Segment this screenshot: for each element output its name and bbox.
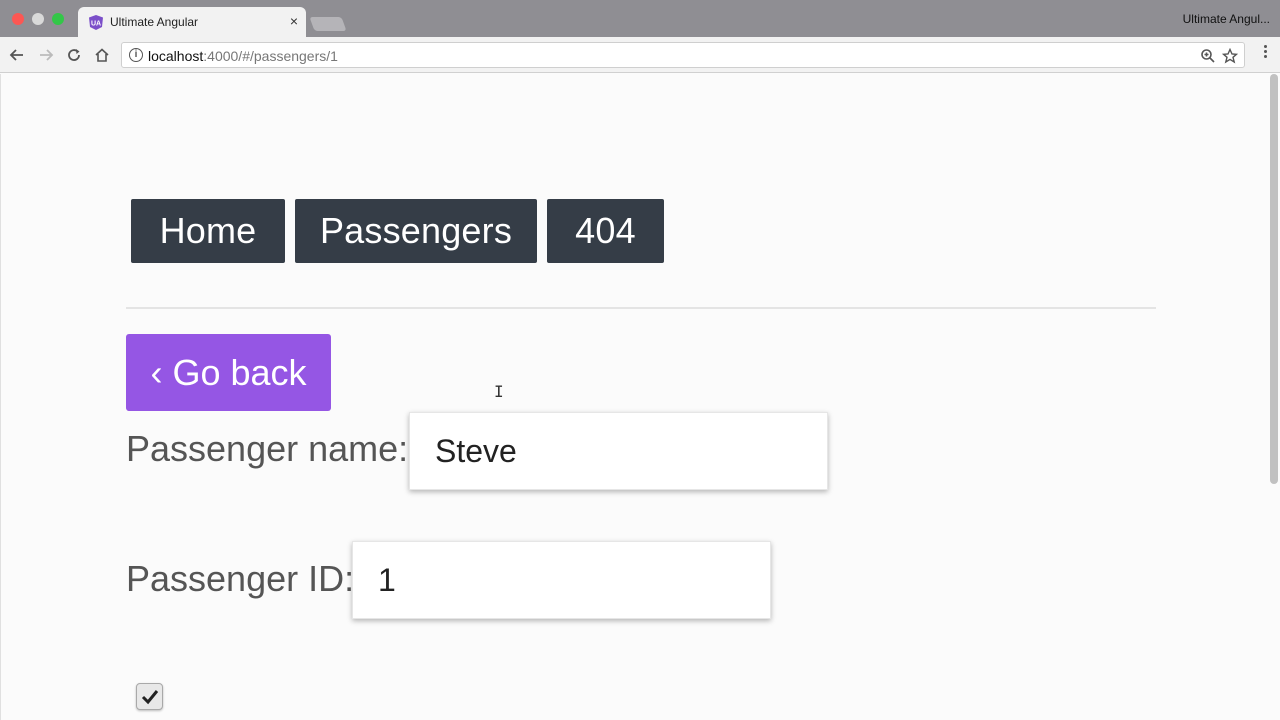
bookmark-star-icon[interactable]: [1222, 48, 1238, 64]
url-text[interactable]: localhost:4000/#/passengers/1: [148, 48, 338, 64]
nav-passengers-link[interactable]: Passengers: [295, 199, 537, 263]
checkmark-icon: [141, 689, 158, 704]
browser-menu-icon[interactable]: [1264, 45, 1268, 60]
window-close-button[interactable]: [12, 13, 24, 25]
divider: [126, 307, 1156, 309]
go-back-button[interactable]: ‹ Go back: [126, 334, 331, 411]
back-arrow-icon[interactable]: [5, 43, 29, 67]
nav-home-link[interactable]: Home: [131, 199, 285, 263]
nav-404-link[interactable]: 404: [547, 199, 664, 263]
new-tab-button[interactable]: [309, 17, 347, 31]
scrollbar[interactable]: [1270, 74, 1278, 484]
window-minimize-button[interactable]: [32, 13, 44, 25]
window-zoom-button[interactable]: [52, 13, 64, 25]
home-icon[interactable]: [90, 43, 114, 67]
browser-toolbar: i localhost:4000/#/passengers/1: [0, 37, 1280, 73]
profile-name[interactable]: Ultimate Angul...: [1183, 12, 1270, 26]
tab-title: Ultimate Angular: [110, 15, 199, 29]
browser-tab-active[interactable]: UA Ultimate Angular ×: [78, 7, 306, 37]
browser-tabstrip: UA Ultimate Angular × Ultimate Angul...: [0, 0, 1280, 37]
passenger-id-input[interactable]: [352, 541, 771, 619]
passenger-name-label: Passenger name:: [126, 428, 409, 469]
passenger-id-label: Passenger ID:: [126, 558, 355, 599]
reload-icon[interactable]: [62, 43, 86, 67]
tab-close-icon[interactable]: ×: [290, 13, 298, 29]
address-bar[interactable]: i localhost:4000/#/passengers/1: [121, 42, 1245, 68]
zoom-icon[interactable]: [1200, 48, 1216, 64]
checked-in-checkbox[interactable]: [136, 683, 163, 710]
forward-arrow-icon[interactable]: [34, 43, 58, 67]
svg-text:UA: UA: [91, 21, 101, 28]
angular-shield-icon: UA: [89, 15, 103, 30]
passenger-name-input[interactable]: [409, 412, 828, 490]
info-icon[interactable]: i: [129, 48, 143, 62]
page-viewport: Home Passengers 404 ‹ Go back Passenger …: [0, 74, 1280, 720]
text-cursor-icon: I: [494, 382, 504, 401]
